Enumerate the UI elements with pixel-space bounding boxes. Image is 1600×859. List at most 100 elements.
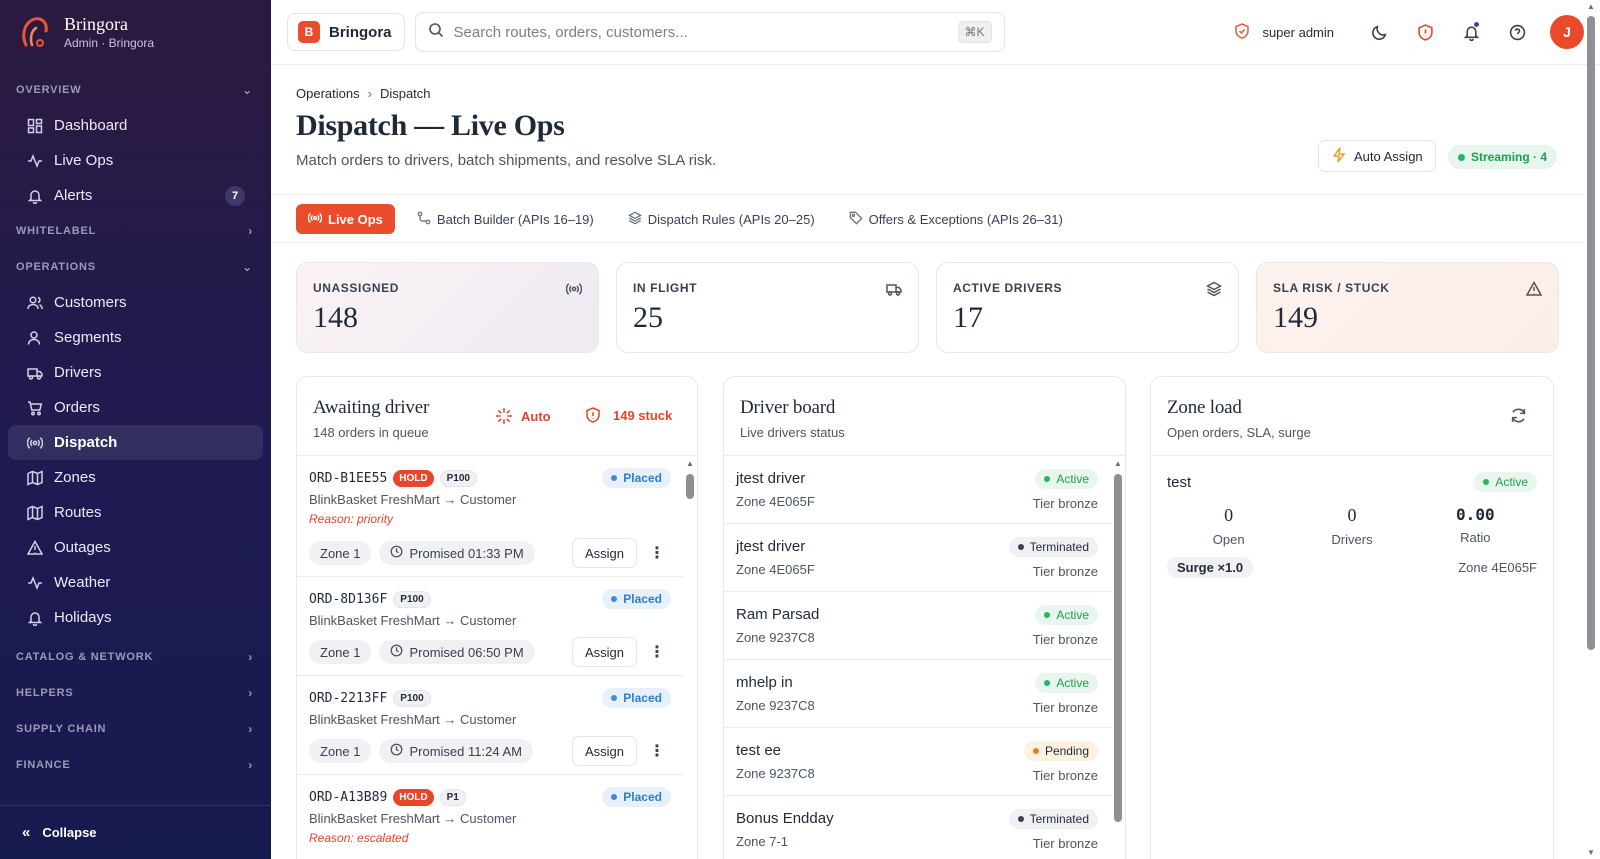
page-scrollbar-thumb[interactable] [1587,16,1595,650]
driver-scrollbar-thumb[interactable] [1114,474,1122,822]
section-supply-chain[interactable]: SUPPLY CHAIN › [0,711,271,747]
help-button[interactable] [1506,21,1528,43]
driver-row[interactable]: test ee Zone 9237C8 Pending Tier bronze [724,728,1112,796]
order-row[interactable]: ORD-8D136F P100 Placed BlinkBasket Fresh… [297,577,683,676]
promised-chip: Promised 06:50 PM [379,640,535,664]
brand[interactable]: Bringora Admin · Bringora [0,0,271,64]
sidebar-item-live-ops[interactable]: Live Ops [8,143,263,178]
stat-label: SLA RISK / STUCK [1273,281,1390,295]
user-avatar[interactable]: J [1550,15,1584,49]
priority-badge: P1 [439,788,466,806]
section-operations[interactable]: OPERATIONS ⌄ [0,249,271,285]
scroll-up-arrow[interactable]: ▲ [685,459,695,468]
more-vertical-icon[interactable]: ⋮ [645,642,669,662]
chevron-right-icon: › [248,224,253,238]
section-overview[interactable]: OVERVIEW ⌄ [0,72,271,108]
sidebar-item-zones[interactable]: Zones [8,460,263,495]
driver-row[interactable]: Ram Parsad Zone 9237C8 Active Tier bronz… [724,592,1112,660]
assign-button[interactable]: Assign [571,538,637,568]
collapse-button[interactable]: « Collapse [0,805,271,859]
driver-row[interactable]: jtest driver Zone 4E065F Terminated Tier… [724,524,1112,592]
driver-tier: Tier bronze [1032,632,1098,647]
role-indicator[interactable]: super admin [1234,22,1334,42]
search-bar[interactable]: Search routes, orders, customers... ⌘K [414,12,1005,52]
route-icon [417,211,431,228]
tab-dispatch-rules[interactable]: Dispatch Rules (APIs 20–25) [616,204,827,234]
breadcrumb-dispatch: Dispatch [379,86,431,101]
zone-chip: Zone 1 [309,640,372,664]
sidebar-item-label: Orders [54,399,100,416]
search-input[interactable]: Search routes, orders, customers... [454,24,688,41]
sidebar-item-alerts[interactable]: Alerts 7 [8,178,263,213]
order-row[interactable]: ORD-2213FF P100 Placed BlinkBasket Fresh… [297,676,683,775]
bell-icon [26,187,44,205]
tab-label: Offers & Exceptions (APIs 26–31) [868,211,1063,227]
sidebar-item-outages[interactable]: Outages [8,530,263,565]
promised-time: Promised 01:33 PM [409,545,524,561]
top-bar: B Bringora Search routes, orders, custom… [271,0,1600,65]
sidebar-item-drivers[interactable]: Drivers [8,355,263,390]
sidebar-item-routes[interactable]: Routes [8,495,263,530]
broadcast-icon [307,211,323,228]
order-route: BlinkBasket FreshMart → Customer [309,492,517,507]
order-reason: Reason: escalated [309,831,409,845]
driver-row[interactable]: jtest driver Zone 4E065F Active Tier bro… [724,456,1112,524]
stuck-filter-button[interactable]: 149 stuck [585,407,672,423]
status-dot [611,475,618,481]
zone-card[interactable]: test Active 0 Open 0 Drivers 0.00 Ratio … [1151,456,1553,578]
driver-list: jtest driver Zone 4E065F Active Tier bro… [724,456,1112,859]
order-id[interactable]: ORD-B1EE55 [309,471,387,486]
auto-assign-button[interactable]: Auto Assign [1318,140,1436,172]
order-row[interactable]: ORD-B1EE55 HOLD P100 Placed BlinkBasket … [297,456,683,577]
sidebar-item-orders[interactable]: Orders [8,390,263,425]
assign-button[interactable]: Assign [571,736,637,766]
order-id[interactable]: ORD-A13B89 [309,790,387,805]
notifications-button[interactable] [1460,21,1482,43]
more-vertical-icon[interactable]: ⋮ [645,741,669,761]
security-button[interactable] [1414,21,1436,43]
section-whitelabel[interactable]: WHITELABEL › [0,213,271,249]
section-operations-label: OPERATIONS [16,261,96,273]
driver-tier: Tier bronze [1032,836,1098,851]
divider [271,242,1584,243]
sidebar-item-dashboard[interactable]: Dashboard [8,108,263,143]
chevron-right-icon: › [248,758,253,772]
main-content: Operations › Dispatch Dispatch — Live Ops … [271,65,1584,859]
double-chevron-left-icon: « [22,824,31,841]
section-helpers[interactable]: HELPERS › [0,675,271,711]
page-scroll-up-arrow[interactable]: ▲ [1586,2,1596,11]
order-id[interactable]: ORD-2213FF [309,691,387,706]
theme-toggle-button[interactable] [1368,21,1390,43]
section-catalog-network[interactable]: CATALOG & NETWORK › [0,639,271,675]
refresh-button[interactable] [1510,407,1527,429]
order-row[interactable]: ORD-A13B89 HOLD P1 Placed BlinkBasket Fr… [297,775,683,859]
section-finance[interactable]: FINANCE › [0,747,271,783]
tab-batch-builder[interactable]: Batch Builder (APIs 16–19) [405,204,606,234]
scroll-up-arrow[interactable]: ▲ [1113,459,1123,468]
tenant-switcher[interactable]: B Bringora [287,13,405,51]
awaiting-scrollbar-thumb[interactable] [686,474,694,499]
sidebar-item-holidays[interactable]: Holidays [8,600,263,635]
sidebar-item-customers[interactable]: Customers [8,285,263,320]
tab-live-ops[interactable]: Live Ops [296,204,395,234]
breadcrumb-operations[interactable]: Operations [296,86,360,101]
sparkle-icon [496,408,512,424]
sidebar-item-weather[interactable]: Weather [8,565,263,600]
order-route: BlinkBasket FreshMart → Customer [309,613,517,628]
shield-check-icon [1234,22,1250,42]
driver-row[interactable]: mhelp in Zone 9237C8 Active Tier bronze [724,660,1112,728]
driver-row[interactable]: Bonus Endday Zone 7-1 Terminated Tier br… [724,796,1112,859]
promised-chip: Promised 01:33 PM [379,541,535,565]
status-dot [1044,680,1051,686]
zone-load-panel: Zone load Open orders, SLA, surge test A… [1150,376,1554,859]
assign-button[interactable]: Assign [571,637,637,667]
sidebar-item-segments[interactable]: Segments [8,320,263,355]
order-id[interactable]: ORD-8D136F [309,592,387,607]
search-icon [428,22,444,42]
tab-offers-exceptions[interactable]: Offers & Exceptions (APIs 26–31) [837,204,1075,234]
map-icon [26,469,44,487]
auto-toggle-button[interactable]: Auto [495,407,551,425]
page-scroll-down-arrow[interactable]: ▼ [1586,848,1596,857]
more-vertical-icon[interactable]: ⋮ [645,543,669,563]
sidebar-item-dispatch[interactable]: Dispatch [8,425,263,460]
